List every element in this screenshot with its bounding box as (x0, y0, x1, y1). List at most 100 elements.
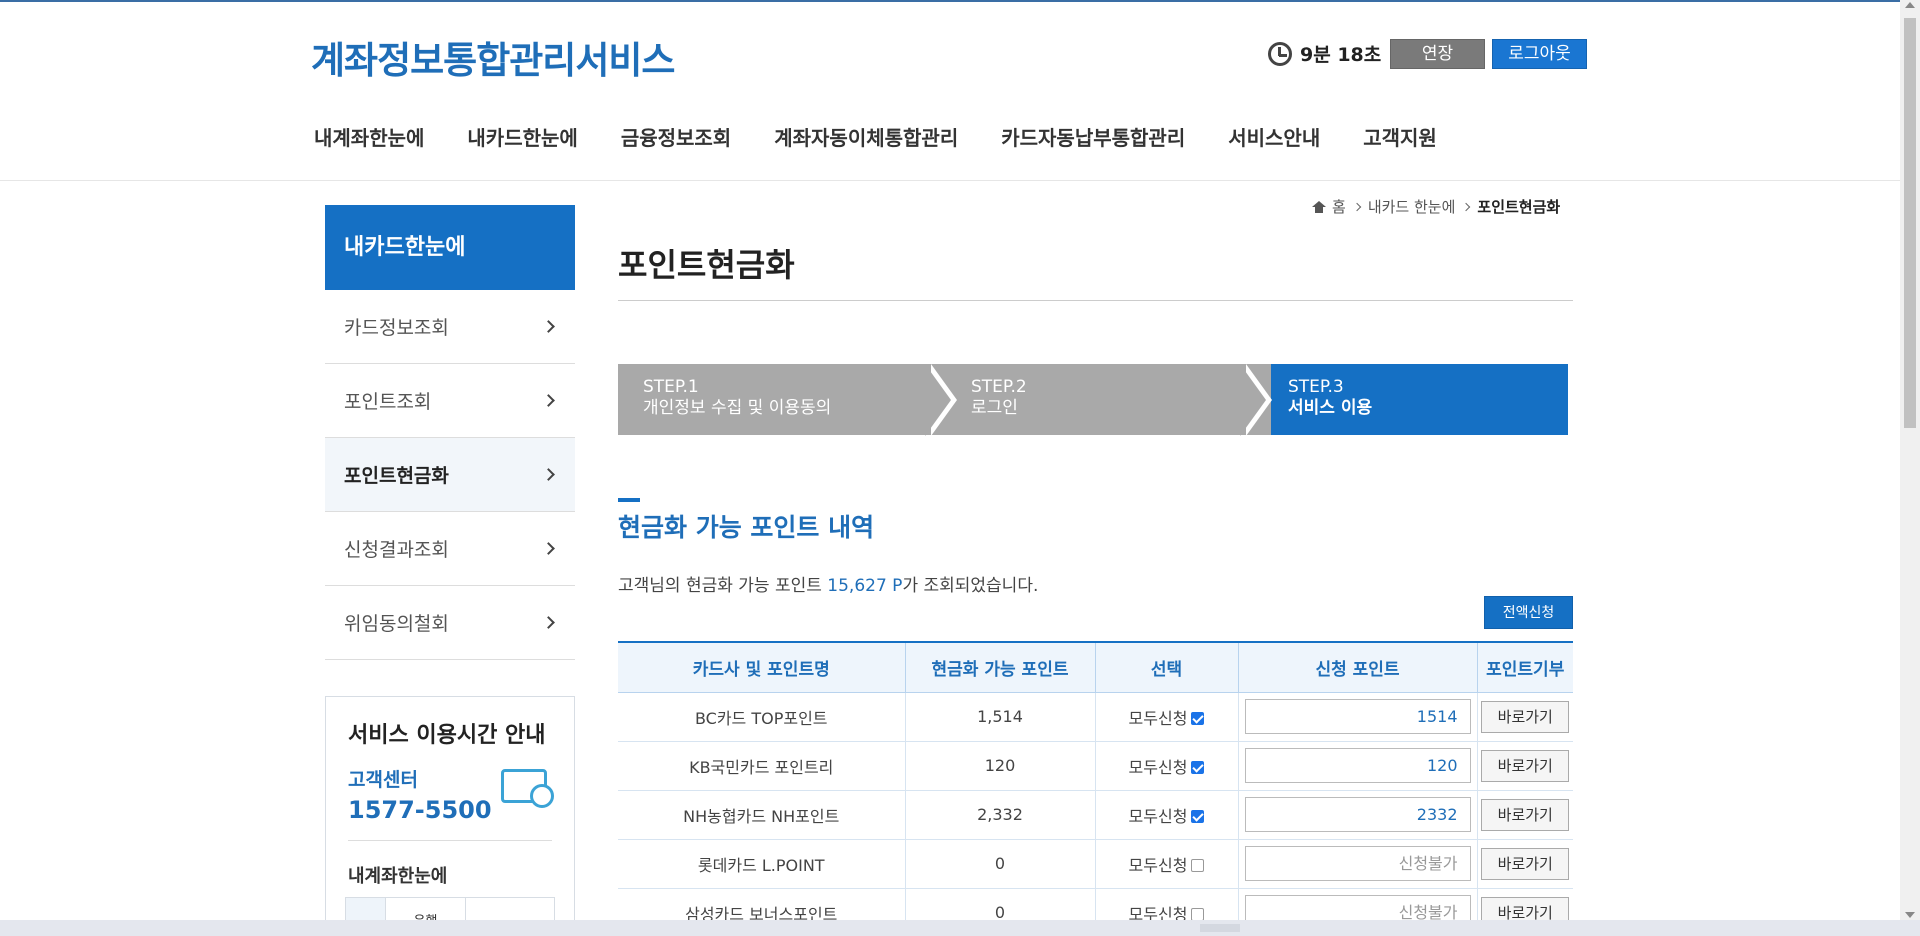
apply-points-input[interactable] (1244, 748, 1471, 783)
card-clock-icon (501, 769, 554, 808)
select-cell: 모두신청 (1094, 839, 1238, 889)
table-header-row: 카드사 및 포인트명 현금화 가능 포인트 선택 신청 포인트 포인트기부 (618, 641, 1573, 693)
sidebar-item-point-cashout[interactable]: 포인트현금화 (325, 438, 575, 512)
card-point-name: NH농협카드 NH포인트 (618, 790, 905, 840)
select-all-checkbox[interactable] (1191, 711, 1205, 725)
available-points: 120 (904, 741, 1095, 791)
sidebar-item-card-info[interactable]: 카드정보조회 (325, 290, 575, 364)
donate-cell: 바로가기 (1476, 741, 1573, 791)
apply-points-cell (1237, 790, 1477, 840)
donate-cell: 바로가기 (1476, 790, 1573, 840)
section-accent-bar (618, 498, 640, 502)
apply-all-button[interactable]: 전액신청 (1484, 596, 1573, 629)
table-row: BC카드 TOP포인트 1,514 모두신청 바로가기 (618, 692, 1573, 742)
select-all-label: 모두신청 (1128, 855, 1188, 875)
chevron-right-icon (542, 468, 555, 481)
step-label: 개인정보 수집 및 이용동의 (643, 398, 832, 418)
chevron-right-icon (542, 616, 555, 629)
bottom-strip (0, 920, 1920, 936)
select-all-checkbox[interactable] (1191, 858, 1205, 872)
col-header-card-name: 카드사 및 포인트명 (618, 641, 905, 693)
sidebar-item-label: 포인트조회 (344, 391, 432, 413)
chevron-right-icon (1462, 202, 1471, 211)
select-cell: 모두신청 (1094, 692, 1238, 742)
step-number: STEP.1 (643, 377, 699, 397)
available-points: 0 (904, 839, 1095, 889)
step-arrow (925, 364, 951, 436)
breadcrumb-current: 포인트현금화 (1477, 198, 1561, 216)
nav-my-accounts[interactable]: 내계좌한눈에 (314, 122, 424, 151)
donate-go-button[interactable]: 바로가기 (1481, 749, 1570, 782)
select-cell: 모두신청 (1094, 790, 1238, 840)
sidebar-item-application-results[interactable]: 신청결과조회 (325, 512, 575, 586)
select-all-label: 모두신청 (1128, 806, 1188, 826)
col-header-donate: 포인트기부 (1476, 641, 1573, 693)
sidebar-item-label: 위임동의철회 (344, 613, 449, 635)
apply-points-cell (1237, 692, 1477, 742)
apply-points-input[interactable] (1244, 846, 1471, 881)
donate-go-button[interactable]: 바로가기 (1481, 798, 1570, 831)
select-all-label: 모두신청 (1128, 708, 1188, 728)
select-all-label: 모두신청 (1128, 757, 1188, 777)
donate-go-button[interactable]: 바로가기 (1481, 700, 1570, 733)
step-1: STEP.1 개인정보 수집 및 이용동의 (618, 364, 958, 435)
summary-suffix: 가 조회되었습니다. (902, 576, 1039, 596)
card-point-name: KB국민카드 포인트리 (618, 741, 905, 791)
service-box-subtitle: 내계좌한눈에 (348, 866, 448, 887)
main-navigation: 내계좌한눈에 내카드한눈에 금융정보조회 계좌자동이체통합관리 카드자동납부통합… (314, 122, 1480, 151)
apply-points-cell (1237, 741, 1477, 791)
apply-points-input[interactable] (1244, 699, 1471, 734)
session-time-remaining: 9분 18초 (1300, 44, 1382, 66)
nav-my-cards[interactable]: 내카드한눈에 (467, 122, 577, 151)
scroll-down-icon[interactable] (1905, 912, 1915, 918)
donate-cell: 바로가기 (1476, 692, 1573, 742)
extend-session-button[interactable]: 연장 (1390, 39, 1485, 69)
select-all-checkbox[interactable] (1191, 760, 1205, 774)
step-3: STEP.3 서비스 이용 (1246, 364, 1568, 435)
scroll-up-icon[interactable] (1905, 2, 1915, 8)
section-title: 현금화 가능 포인트 내역 (618, 513, 875, 542)
top-accent-line (0, 0, 1900, 2)
nav-customer-support[interactable]: 고객지원 (1363, 122, 1437, 151)
nav-financial-info[interactable]: 금융정보조회 (621, 122, 731, 151)
home-icon[interactable] (1312, 200, 1326, 213)
card-point-name: 롯데카드 L.POINT (618, 839, 905, 889)
sidebar-title: 내카드한눈에 (325, 205, 575, 290)
nav-card-auto-payment[interactable]: 카드자동납부통합관리 (1001, 122, 1185, 151)
col-header-apply-points: 신청 포인트 (1237, 641, 1477, 693)
select-all-checkbox[interactable] (1191, 907, 1205, 921)
breadcrumb-home[interactable]: 홈 (1332, 196, 1346, 217)
donate-go-button[interactable]: 바로가기 (1481, 847, 1570, 880)
breadcrumb-level1[interactable]: 내카드 한눈에 (1368, 196, 1456, 217)
points-table: 카드사 및 포인트명 현금화 가능 포인트 선택 신청 포인트 포인트기부 BC… (618, 641, 1573, 936)
nav-auto-transfer[interactable]: 계좌자동이체통합관리 (774, 122, 958, 151)
service-hours-title: 서비스 이용시간 안내 (348, 723, 546, 748)
nav-service-info[interactable]: 서비스안내 (1228, 122, 1320, 151)
step-number: STEP.2 (971, 377, 1027, 397)
sidebar-item-label: 신청결과조회 (344, 539, 449, 561)
site-logo[interactable]: 계좌정보통합관리서비스 (311, 30, 675, 84)
title-divider (618, 300, 1573, 301)
chevron-right-icon (542, 542, 555, 555)
step-2: STEP.2 로그인 (931, 364, 1271, 435)
col-header-available-points: 현금화 가능 포인트 (904, 641, 1095, 693)
sidebar-menu: 카드정보조회 포인트조회 포인트현금화 신청결과조회 위임동의철회 (325, 290, 575, 660)
summary-total-points: 15,627 P (827, 576, 903, 596)
card-point-name: BC카드 TOP포인트 (618, 692, 905, 742)
service-hours-box: 서비스 이용시간 안내 고객센터 1577-5500 내계좌한눈에 은행 (325, 696, 575, 936)
logout-button[interactable]: 로그아웃 (1492, 39, 1587, 69)
page-scrollbar[interactable] (1900, 0, 1920, 920)
table-row: 롯데카드 L.POINT 0 모두신청 바로가기 (618, 839, 1573, 889)
summary-prefix: 고객님의 현금화 가능 포인트 (618, 576, 828, 596)
service-box-divider (348, 840, 552, 841)
points-summary: 고객님의 현금화 가능 포인트 15,627 P가 조회되었습니다. (618, 571, 1038, 596)
available-points: 2,332 (904, 790, 1095, 840)
select-all-checkbox[interactable] (1191, 809, 1205, 823)
apply-points-input[interactable] (1244, 797, 1471, 832)
sidebar-item-point-inquiry[interactable]: 포인트조회 (325, 364, 575, 438)
sidebar-item-consent-withdrawal[interactable]: 위임동의철회 (325, 586, 575, 660)
scrollbar-thumb[interactable] (1904, 18, 1916, 428)
select-cell: 모두신청 (1094, 741, 1238, 791)
sidebar-item-label: 포인트현금화 (344, 465, 449, 487)
header-divider (0, 180, 1900, 181)
